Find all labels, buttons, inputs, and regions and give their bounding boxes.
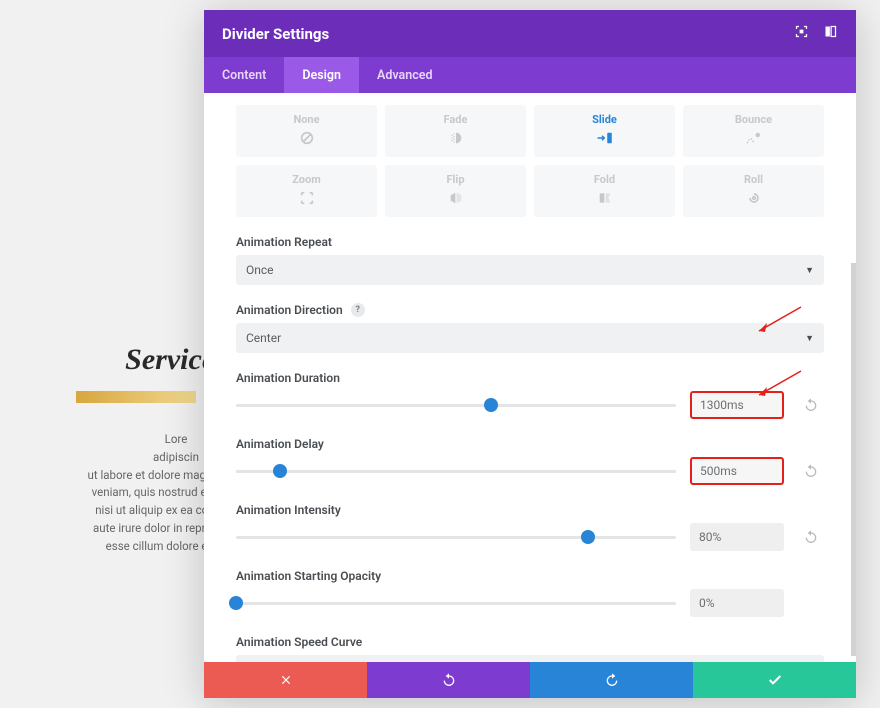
animation-direction-label: Animation Direction ? [236, 303, 824, 317]
modal-body: None Fade Slide Bounce [204, 93, 856, 662]
field-animation-direction: Animation Direction ? Center ▼ [236, 303, 824, 353]
modal-footer [204, 662, 856, 698]
undo-icon [441, 672, 457, 688]
animation-repeat-label: Animation Repeat [236, 235, 824, 249]
style-fold[interactable]: Fold [534, 165, 675, 217]
chevron-down-icon: ▼ [805, 333, 814, 344]
tab-content[interactable]: Content [204, 57, 284, 93]
field-animation-duration: Animation Duration 1300ms [236, 371, 824, 419]
animation-curve-select[interactable]: Ease-In-Out ▼ [236, 655, 824, 662]
animation-duration-label: Animation Duration [236, 371, 824, 385]
style-flip[interactable]: Flip [385, 165, 526, 217]
style-roll[interactable]: Roll [683, 165, 824, 217]
slide-icon [596, 130, 614, 150]
animation-intensity-slider[interactable] [236, 536, 676, 539]
animation-opacity-label: Animation Starting Opacity [236, 569, 824, 583]
slider-thumb[interactable] [273, 464, 287, 478]
style-bounce[interactable]: Bounce [683, 105, 824, 157]
none-icon [299, 130, 315, 150]
help-icon[interactable]: ? [351, 303, 365, 317]
field-animation-repeat: Animation Repeat Once ▼ [236, 235, 824, 285]
modal-title: Divider Settings [222, 25, 329, 43]
field-animation-opacity: Animation Starting Opacity 0% [236, 569, 824, 617]
field-animation-curve: Animation Speed Curve Ease-In-Out ▼ [236, 635, 824, 662]
snap-icon[interactable] [823, 24, 838, 43]
check-icon [767, 672, 783, 688]
style-none[interactable]: None [236, 105, 377, 157]
undo-button[interactable] [367, 662, 530, 698]
animation-curve-label: Animation Speed Curve [236, 635, 824, 649]
fade-icon [448, 130, 464, 150]
field-animation-delay: Animation Delay 500ms [236, 437, 824, 485]
animation-duration-input[interactable]: 1300ms [690, 391, 784, 419]
modal-header: Divider Settings [204, 10, 856, 57]
bounce-icon [745, 130, 763, 150]
slider-thumb[interactable] [229, 596, 243, 610]
flip-icon [448, 190, 464, 210]
animation-opacity-slider[interactable] [236, 602, 676, 605]
title-underline [76, 391, 196, 403]
redo-button[interactable] [530, 662, 693, 698]
zoom-icon [299, 190, 315, 210]
animation-duration-slider[interactable] [236, 404, 676, 407]
slider-thumb[interactable] [581, 530, 595, 544]
redo-icon [604, 672, 620, 688]
animation-delay-slider[interactable] [236, 470, 676, 473]
animation-intensity-label: Animation Intensity [236, 503, 824, 517]
style-fade[interactable]: Fade [385, 105, 526, 157]
tabs: Content Design Advanced [204, 57, 856, 93]
save-button[interactable] [693, 662, 856, 698]
field-animation-intensity: Animation Intensity 80% [236, 503, 824, 551]
reset-duration-button[interactable] [798, 397, 824, 413]
reset-intensity-button[interactable] [798, 529, 824, 545]
chevron-down-icon: ▼ [805, 265, 814, 276]
cancel-button[interactable] [204, 662, 367, 698]
animation-style-grid: None Fade Slide Bounce [236, 105, 824, 217]
animation-delay-label: Animation Delay [236, 437, 824, 451]
animation-repeat-select[interactable]: Once ▼ [236, 255, 824, 285]
roll-icon [746, 190, 762, 210]
style-slide[interactable]: Slide [534, 105, 675, 157]
slider-thumb[interactable] [484, 398, 498, 412]
close-icon [279, 673, 293, 687]
fold-icon [597, 190, 613, 210]
expand-icon[interactable] [794, 24, 809, 43]
animation-intensity-input[interactable]: 80% [690, 523, 784, 551]
divider-settings-modal: Divider Settings Content Design Advanced [204, 10, 856, 698]
tab-design[interactable]: Design [284, 57, 359, 93]
style-zoom[interactable]: Zoom [236, 165, 377, 217]
tab-advanced[interactable]: Advanced [359, 57, 451, 93]
animation-opacity-input[interactable]: 0% [690, 589, 784, 617]
animation-delay-input[interactable]: 500ms [690, 457, 784, 485]
reset-delay-button[interactable] [798, 463, 824, 479]
animation-direction-select[interactable]: Center ▼ [236, 323, 824, 353]
